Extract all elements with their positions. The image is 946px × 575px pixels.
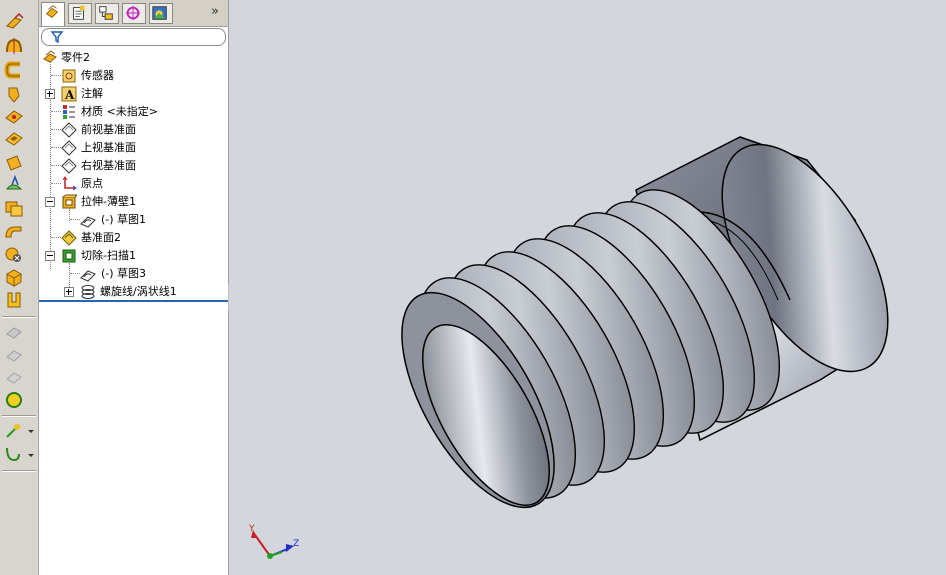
propertymanager-tab[interactable] xyxy=(68,3,92,24)
dimxpert-icon xyxy=(125,5,141,21)
helix-icon xyxy=(81,285,95,299)
revolved-boss-icon[interactable] xyxy=(3,36,25,56)
tree-item-sketch3[interactable]: (-) 草图3 xyxy=(39,265,228,283)
tree-item-front-plane[interactable]: 前视基准面 xyxy=(39,121,228,139)
dropdown-arrow-icon[interactable] xyxy=(27,450,35,460)
part-icon xyxy=(43,50,57,63)
tree-item-right-plane[interactable]: 右视基准面 xyxy=(39,157,228,175)
plane2-icon xyxy=(61,230,77,246)
filter-box xyxy=(41,28,226,46)
lofted-boss-icon[interactable] xyxy=(3,84,25,104)
dome-icon[interactable] xyxy=(3,244,25,264)
chamfer-icon[interactable] xyxy=(3,129,25,149)
plane-icon xyxy=(61,122,77,138)
dropdown-arrow-icon[interactable] xyxy=(27,426,35,436)
annotations-icon: A xyxy=(61,86,77,102)
collapse-toggle[interactable] xyxy=(45,251,55,261)
propertymanager-icon xyxy=(73,5,85,20)
tree-item-plane2[interactable]: 基准面2 xyxy=(39,229,228,247)
tree-item-extrude-thin1[interactable]: 拉伸-薄壁1 xyxy=(39,193,228,211)
manager-tabstrip: » xyxy=(39,0,228,27)
featuremanager-panel: » 零件2 传感器 A 注解 材质 <未指定> 前视基准面 上视基准面 右视基准… xyxy=(39,0,229,575)
grayed-feature-icon xyxy=(6,327,22,339)
filter-input[interactable] xyxy=(66,30,216,42)
sensor-icon xyxy=(62,69,76,83)
configurationmanager-tab[interactable] xyxy=(95,3,119,24)
plane-icon xyxy=(61,140,77,156)
expand-toggle[interactable] xyxy=(45,89,55,99)
display-manager-tab[interactable] xyxy=(149,3,173,24)
sketch-icon xyxy=(80,270,96,282)
draft-icon[interactable] xyxy=(3,198,25,218)
reference-geometry-icon[interactable] xyxy=(3,390,25,410)
tree-item-origin[interactable]: 原点 xyxy=(39,175,228,193)
featuremanager-icon xyxy=(45,5,59,18)
rollback-bar[interactable] xyxy=(39,300,228,302)
tree-item-annotations[interactable]: A 注解 xyxy=(39,85,228,103)
svg-text:A: A xyxy=(64,88,75,102)
feature-tree: 零件2 传感器 A 注解 材质 <未指定> 前视基准面 上视基准面 右视基准面 xyxy=(39,47,228,307)
plane-icon xyxy=(61,158,77,174)
tree-item-helix1[interactable]: 螺旋线/涡状线1 xyxy=(39,283,228,301)
model-viewport: Y Z xyxy=(248,118,921,559)
sketch-icon xyxy=(80,216,96,228)
features-toolbar xyxy=(0,0,39,575)
tree-item-sensors[interactable]: 传感器 xyxy=(39,67,228,85)
rib-icon[interactable] xyxy=(3,152,25,172)
coordinate-triad: Y Z xyxy=(248,524,299,559)
cut-sweep-icon xyxy=(62,249,76,263)
expand-toggle[interactable] xyxy=(64,287,74,297)
extruded-boss-icon[interactable] xyxy=(3,12,25,32)
grayed-feature-icon xyxy=(6,350,22,362)
grayed-feature-icon xyxy=(6,372,22,384)
y-axis-label: Y xyxy=(248,524,255,534)
filter-icon[interactable] xyxy=(50,30,64,44)
material-icon xyxy=(63,105,75,119)
swept-boss-icon[interactable] xyxy=(3,60,25,80)
threaded-sleeve-model[interactable] xyxy=(371,118,921,531)
configurationmanager-icon xyxy=(99,6,113,20)
featuremanager-tab[interactable] xyxy=(41,2,65,26)
tree-item-top-plane[interactable]: 上视基准面 xyxy=(39,139,228,157)
z-axis-label: Z xyxy=(293,539,299,549)
curves-icon[interactable] xyxy=(3,444,25,464)
display-manager-icon xyxy=(152,6,167,20)
collapse-toggle[interactable] xyxy=(45,197,55,207)
tree-root-label: 零件2 xyxy=(61,51,90,64)
extrude-thin-icon xyxy=(62,194,77,209)
fillet-icon[interactable] xyxy=(3,106,25,126)
toolbar-separator xyxy=(2,316,36,318)
tree-item-material[interactable]: 材质 <未指定> xyxy=(39,103,228,121)
wrap-icon[interactable] xyxy=(3,290,25,310)
hole-wizard-icon[interactable] xyxy=(3,221,25,241)
more-tabs-button[interactable]: » xyxy=(207,4,223,20)
tree-root-part[interactable]: 零件2 xyxy=(39,49,228,67)
sketch-entities-icon[interactable] xyxy=(3,421,25,441)
tree-item-cut-sweep1[interactable]: 切除-扫描1 xyxy=(39,247,228,265)
dimxpert-tab[interactable] xyxy=(122,3,146,24)
origin-icon xyxy=(62,176,77,191)
toolbar-separator xyxy=(2,470,36,472)
shell-icon[interactable] xyxy=(3,175,25,195)
tree-item-sketch1[interactable]: (-) 草图1 xyxy=(39,211,228,229)
graphics-area[interactable]: Y Z xyxy=(229,0,946,575)
toolbar-separator xyxy=(2,415,36,417)
wrap-icon[interactable] xyxy=(3,267,25,287)
